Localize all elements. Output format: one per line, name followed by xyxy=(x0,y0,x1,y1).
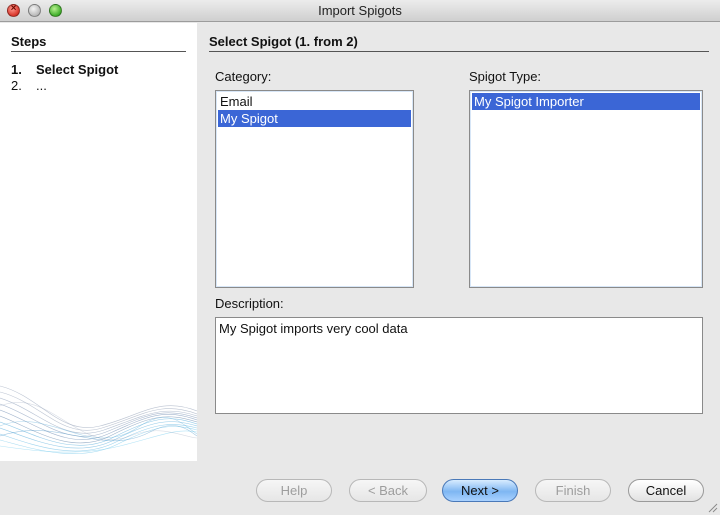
step-list: 1. Select Spigot 2.... xyxy=(11,62,118,94)
back-button[interactable]: < Back xyxy=(349,479,427,502)
cancel-button[interactable]: Cancel xyxy=(628,479,704,502)
steps-header: Steps xyxy=(11,34,186,52)
description-field[interactable]: My Spigot imports very cool data xyxy=(215,317,703,414)
spigot-type-list[interactable]: My Spigot Importer xyxy=(469,90,703,288)
help-button[interactable]: Help xyxy=(256,479,332,502)
category-list[interactable]: Email My Spigot xyxy=(215,90,414,288)
window-titlebar: × Import Spigots xyxy=(0,0,720,22)
wizard-wave-graphic xyxy=(0,385,197,454)
spigot-type-item[interactable]: My Spigot Importer xyxy=(472,93,700,110)
step-number: 1. xyxy=(11,62,22,77)
window-title: Import Spigots xyxy=(318,3,402,18)
category-item-email[interactable]: Email xyxy=(218,93,411,110)
resize-grip-icon[interactable] xyxy=(707,502,718,513)
next-button[interactable]: Next > xyxy=(442,479,518,502)
finish-button[interactable]: Finish xyxy=(535,479,611,502)
step-label: Select Spigot xyxy=(36,62,119,77)
page-title: Select Spigot (1. from 2) xyxy=(209,34,709,52)
step-item-next: 2.... xyxy=(11,78,118,94)
step-item-select-spigot: 1. Select Spigot xyxy=(11,62,118,78)
step-number: 2. xyxy=(11,78,22,93)
description-label: Description: xyxy=(215,296,284,311)
category-label: Category: xyxy=(215,69,272,84)
steps-panel: Steps 1. Select Spigot 2.... xyxy=(0,23,197,461)
step-label: ... xyxy=(36,78,47,93)
spigot-type-label: Spigot Type: xyxy=(469,69,542,84)
category-item-my-spigot[interactable]: My Spigot xyxy=(218,110,411,127)
